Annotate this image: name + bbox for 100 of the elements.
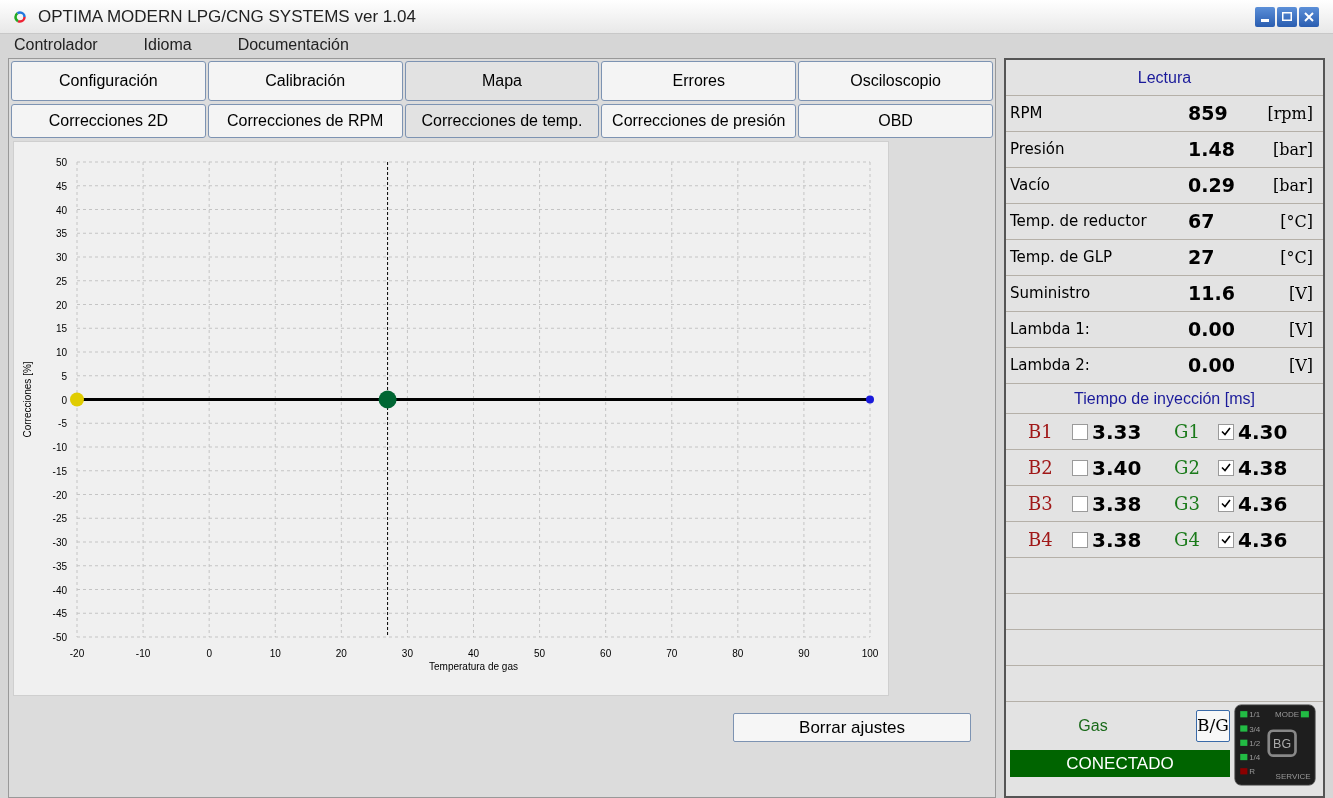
x-axis-title: Temperatura de gas (429, 661, 518, 672)
channel-label: G3 (1174, 492, 1201, 516)
connection-status: CONECTADO (1010, 750, 1230, 777)
y-tick-label: 45 (55, 180, 67, 192)
injection-time: 4.38 (1238, 454, 1288, 482)
y-tick-label: 20 (55, 299, 67, 311)
tab[interactable]: Mapa (404, 61, 600, 101)
y-tick-label: -35 (52, 560, 67, 572)
reading-value: 11.6 (1188, 281, 1236, 307)
y-axis-title: Correcciones [%] (22, 361, 33, 438)
y-tick-label: -30 (52, 537, 67, 548)
minimize-button[interactable] (1255, 6, 1275, 27)
reading-value: 1.48 (1188, 137, 1236, 163)
menu-item[interactable]: Documentación (237, 33, 349, 57)
x-tick-label: 40 (467, 648, 480, 659)
y-tick-label: 50 (55, 157, 67, 168)
injection-time: 3.33 (1092, 418, 1142, 446)
reading-name: RPM (1010, 103, 1044, 125)
tab[interactable]: Correcciones de temp. (404, 104, 600, 138)
y-tick-label: -45 (52, 608, 67, 620)
injection-time: 3.38 (1092, 490, 1142, 518)
injection-time: 4.36 (1238, 526, 1288, 554)
checkbox[interactable] (1072, 423, 1088, 440)
x-tick-label: 100 (861, 648, 879, 659)
reading-unit: [bar] (1272, 174, 1313, 197)
y-tick-label: -15 (52, 465, 67, 477)
checkbox[interactable] (1218, 495, 1234, 512)
checkbox[interactable] (1218, 459, 1234, 476)
y-tick-label: -25 (52, 513, 67, 525)
tab[interactable]: OBD (798, 104, 993, 138)
reading-unit: [V] (1287, 282, 1313, 305)
checkbox[interactable] (1072, 495, 1088, 512)
fuel-mode-label: Gas (1077, 716, 1109, 736)
checkbox[interactable] (1072, 459, 1088, 476)
maximize-icon (1282, 12, 1292, 21)
maximize-button[interactable] (1277, 6, 1297, 27)
reading-name: Vacío (1010, 175, 1051, 197)
reading-name: Lambda 1: (1010, 319, 1091, 341)
check-icon (1221, 535, 1231, 544)
tab[interactable]: Osciloscopio (798, 61, 993, 101)
injection-time: 4.36 (1238, 490, 1288, 518)
channel-label: G2 (1174, 456, 1201, 480)
window-title: OPTIMA MODERN LPG/CNG SYSTEMS ver 1.04 (38, 5, 417, 28)
channel-label: B1 (1028, 420, 1054, 444)
y-tick-label: -50 (52, 632, 67, 643)
injection-time: 3.40 (1092, 454, 1142, 482)
clear-settings-button[interactable]: Borrar ajustes (733, 713, 971, 742)
reading-unit: [V] (1287, 318, 1313, 341)
tab[interactable]: Correcciones de RPM (207, 104, 403, 138)
reading-value: 859 (1188, 101, 1229, 127)
tab[interactable]: Errores (601, 61, 797, 101)
x-tick-label: 80 (732, 648, 744, 659)
y-tick-label: -20 (52, 489, 67, 501)
reading-name: Presión (1010, 139, 1066, 161)
reading-value: 27 (1188, 245, 1216, 271)
y-tick-label: 0 (61, 394, 67, 406)
controller-drawing: 1/1 3/4 1/2 1/4 R MODE BG SERVICE (1234, 704, 1316, 786)
check-icon (1221, 463, 1231, 472)
reading-unit: [bar] (1272, 138, 1313, 161)
reading-value: 0.29 (1188, 173, 1236, 199)
tab[interactable]: Calibración (207, 61, 403, 101)
y-tick-label: -40 (52, 584, 67, 596)
tab[interactable]: Correcciones 2D (11, 104, 206, 138)
y-tick-label: 40 (55, 204, 67, 216)
channel-label: G4 (1174, 528, 1201, 552)
checkbox[interactable] (1218, 531, 1234, 548)
y-tick-label: 15 (55, 323, 67, 335)
reading-name: Temp. de GLP (1010, 247, 1114, 269)
x-tick-label: 90 (798, 648, 810, 659)
reading-unit: [V] (1287, 354, 1313, 377)
reading-unit: [°C] (1279, 246, 1313, 269)
fuel-switch-button[interactable]: B/G (1196, 710, 1230, 742)
check-icon (1221, 499, 1231, 508)
menu-item[interactable]: Controlador (14, 33, 98, 57)
checkbox[interactable] (1072, 531, 1088, 548)
channel-label: B4 (1028, 528, 1054, 552)
reading-value: 0.00 (1188, 317, 1236, 343)
x-tick-label: 50 (534, 648, 546, 659)
app-logo-icon (14, 10, 26, 23)
reading-value: 0.00 (1188, 353, 1236, 379)
injection-title: Tiempo de inyección [ms] (1006, 384, 1323, 414)
close-button[interactable] (1299, 6, 1319, 27)
x-tick-label: 30 (401, 648, 413, 659)
y-tick-label: 10 (55, 347, 67, 358)
injection-time: 3.38 (1092, 526, 1142, 554)
point-handle[interactable] (866, 395, 874, 404)
readings-title: Lectura (1006, 60, 1323, 96)
y-tick-label: -5 (58, 418, 67, 430)
reading-value: 67 (1188, 209, 1216, 235)
y-tick-label: 25 (55, 275, 67, 287)
menu-item[interactable]: Idioma (143, 33, 192, 57)
tab[interactable]: Correcciones de presión (601, 104, 797, 138)
channel-label: B2 (1028, 456, 1054, 480)
checkbox[interactable] (1218, 423, 1234, 440)
x-tick-label: 10 (269, 648, 281, 659)
reading-unit: [°C] (1279, 210, 1313, 233)
point-handle[interactable] (70, 392, 84, 407)
tab[interactable]: Configuración (11, 61, 206, 101)
injection-time: 4.30 (1238, 418, 1288, 446)
reading-name: Temp. de reductor (1010, 211, 1148, 233)
